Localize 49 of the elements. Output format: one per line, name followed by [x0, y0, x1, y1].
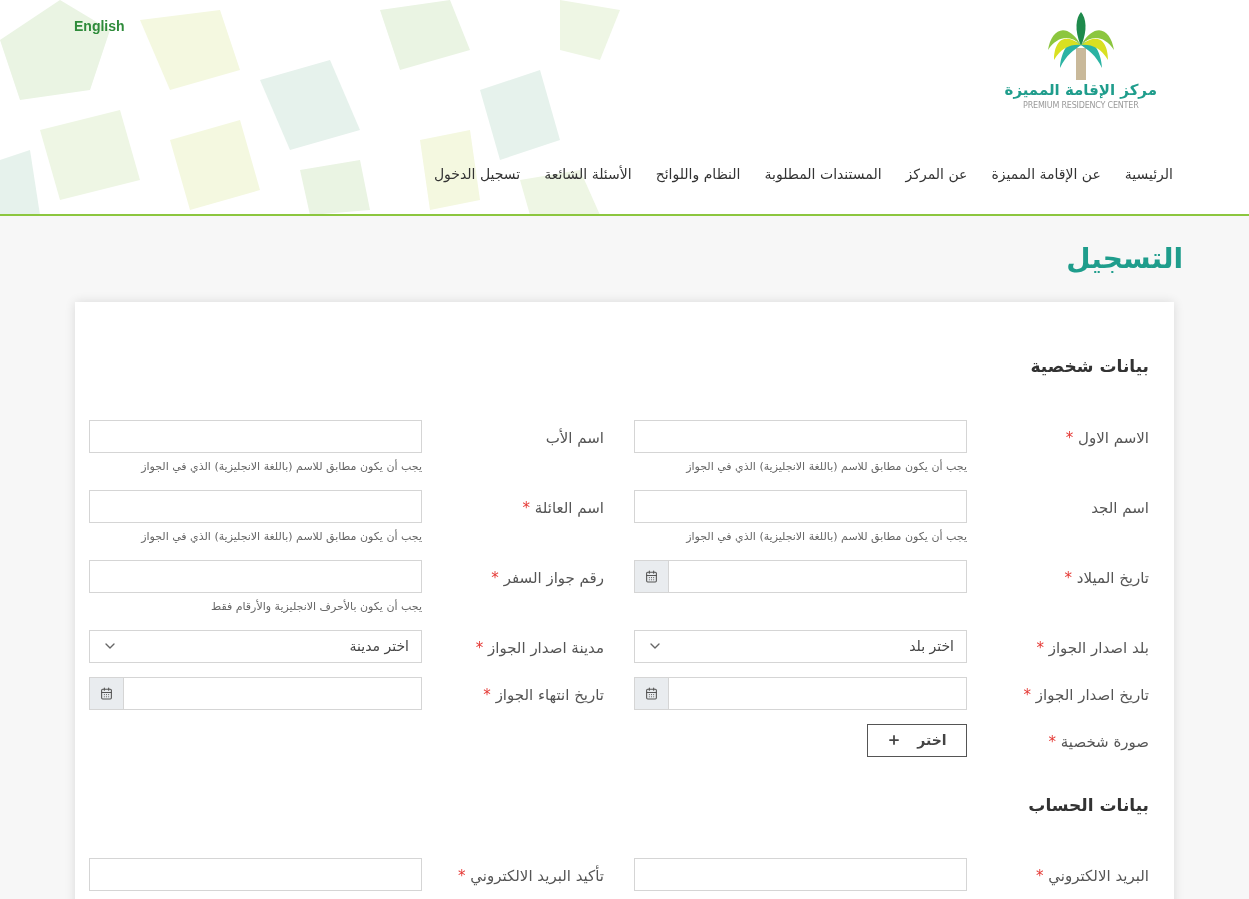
field-hint: يجب أن يكون مطابق للاسم (باللغة الانجليزية) الذي في الجواز — [139, 528, 422, 545]
text-input[interactable] — [634, 419, 967, 453]
calendar-icon[interactable] — [100, 686, 113, 700]
text-input[interactable] — [89, 419, 422, 453]
field-hint: يجب أن يكون مطابق للاسم (باللغة الانجليزية) الذي في الجواز — [684, 528, 967, 545]
text-input[interactable] — [89, 858, 422, 891]
section-title: بيانات شخصية — [1029, 355, 1149, 378]
calendar-icon[interactable] — [645, 686, 658, 700]
nav-link[interactable]: الرئيسية — [1124, 164, 1173, 185]
field-label: رقم جواز السفر * — [491, 568, 604, 587]
nav-link[interactable]: النظام واللوائح — [655, 164, 741, 185]
field-label: تاريخ اصدار الجواز * — [1023, 685, 1149, 704]
calendar-icon[interactable] — [645, 569, 658, 583]
field-label: اسم الأب — [545, 428, 604, 447]
field-label: تاريخ انتهاء الجواز * — [483, 685, 604, 704]
text-input[interactable] — [634, 489, 967, 523]
field-label: اسم الجد — [1091, 498, 1149, 517]
field-hint: يجب أن يكون مطابق للاسم (باللغة الانجليزية) الذي في الجواز — [684, 458, 967, 475]
nav-link[interactable]: الأسئلة الشائعة — [544, 164, 632, 185]
logo-english-text: PREMIUM RESIDENCY CENTER — [1023, 100, 1139, 112]
text-input[interactable] — [89, 559, 422, 593]
logo-arabic-text: مركز الإقامة المميزة — [1004, 80, 1157, 100]
field-hint: يجب أن يكون بالأحرف الانجليزية والأرقام فقط — [209, 598, 422, 615]
field-label: مدينة اصدار الجواز * — [475, 638, 604, 657]
nav-link[interactable]: تسجيل الدخول — [433, 164, 521, 185]
plus-icon — [887, 733, 902, 747]
field-label: اسم العائلة * — [522, 498, 604, 517]
date-input[interactable] — [634, 559, 967, 593]
text-input[interactable] — [634, 858, 967, 891]
date-input[interactable] — [634, 676, 967, 710]
field-label: الاسم الاول * — [1065, 428, 1149, 447]
field-label: صورة شخصية * — [1048, 732, 1149, 751]
field-label: البريد الالكتروني * — [1036, 867, 1149, 885]
choose-file-button[interactable]: اختر — [867, 723, 967, 757]
text-input[interactable] — [89, 489, 422, 523]
language-link[interactable]: English — [74, 16, 125, 112]
palm-tree-logo-icon — [1045, 10, 1116, 80]
select-dropdown[interactable]: اختر بلد — [634, 629, 967, 663]
page-title: التسجيل — [1065, 241, 1184, 277]
field-label: تاريخ الميلاد * — [1064, 568, 1149, 587]
section-title: بيانات الحساب — [1027, 793, 1149, 817]
select-dropdown[interactable]: اختر مدينة — [89, 629, 422, 663]
field-hint: يجب أن يكون مطابق للاسم (باللغة الانجليزية) الذي في الجواز — [139, 458, 422, 475]
nav-link[interactable]: المستندات المطلوبة — [764, 164, 882, 185]
field-label: بلد اصدار الجواز * — [1036, 638, 1149, 657]
nav-link[interactable]: عن الإقامة المميزة — [991, 164, 1101, 185]
field-label: تأكيد البريد الالكتروني * — [458, 867, 604, 885]
nav-link[interactable]: عن المركز — [905, 164, 968, 185]
date-input[interactable] — [89, 676, 422, 710]
